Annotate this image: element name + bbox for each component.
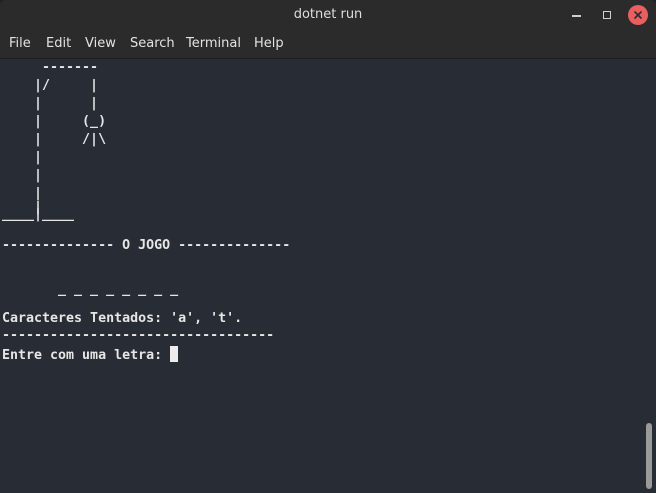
menu-edit[interactable]: Edit (46, 36, 71, 51)
input-prompt: Entre com uma letra: (2, 348, 171, 363)
gallows-base: ____|____ (2, 207, 75, 222)
window-title: dotnet run (293, 7, 363, 22)
menu-help[interactable]: Help (254, 36, 284, 51)
gallows-line: | | (2, 96, 99, 111)
close-icon (634, 11, 642, 19)
menu-file[interactable]: File (9, 36, 31, 51)
menu-search[interactable]: Search (130, 36, 175, 51)
input-prompt-line: Entre com uma letra: (2, 346, 179, 365)
minimize-button[interactable] (566, 5, 586, 25)
terminal-window: dotnet run File Edit View Search Termina… (0, 0, 656, 493)
close-button[interactable] (628, 5, 648, 25)
word-display: _ _ _ _ _ _ _ _ (2, 282, 179, 297)
gallows-line: | (_) (2, 114, 107, 129)
title-bar[interactable]: dotnet run (0, 0, 656, 30)
gallows-line: |/ | (2, 78, 99, 93)
terminal-output[interactable]: ------- |/ | | | | (_) | /|\ | | | | ___… (0, 59, 656, 493)
maximize-icon (603, 11, 611, 19)
gallows-line: | (2, 150, 43, 165)
gallows-line: | (2, 168, 43, 183)
gallows-line: ------- (2, 60, 99, 75)
maximize-button[interactable] (597, 5, 617, 25)
scrollbar-thumb[interactable] (646, 423, 652, 489)
minimize-icon (571, 15, 581, 17)
tried-characters: Caracteres Tentados: 'a', 't'. (2, 311, 243, 326)
game-header: -------------- O JOGO -------------- (2, 238, 291, 253)
menu-bar: File Edit View Search Terminal Help (0, 30, 656, 59)
menu-terminal[interactable]: Terminal (186, 36, 241, 51)
text-cursor[interactable] (170, 346, 179, 362)
menu-view[interactable]: View (85, 36, 116, 51)
gallows-line: | /|\ (2, 132, 107, 147)
separator-line: ---------------------------------- (2, 328, 275, 343)
